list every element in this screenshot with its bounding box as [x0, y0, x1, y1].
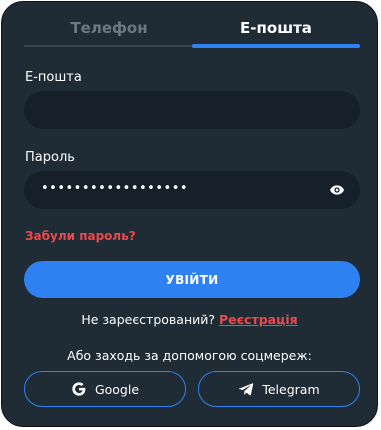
google-login-button[interactable]: Google [24, 371, 186, 407]
telegram-label: Telegram [262, 381, 320, 397]
tab-phone[interactable]: Телефон [24, 19, 194, 37]
forgot-password-link[interactable]: Забули пароль? [25, 229, 136, 243]
eye-icon[interactable] [328, 182, 346, 198]
login-card: Телефон Е-пошта Е-пошта Пароль •••••••••… [1, 1, 378, 427]
email-label: Е-пошта [25, 70, 82, 85]
telegram-icon [239, 383, 254, 396]
register-link[interactable]: Реєстрація [219, 312, 298, 327]
social-caption: Або заходь за допомогою соцмереж: [67, 348, 312, 363]
auth-tabs: Телефон Е-пошта [2, 2, 377, 50]
tab-email[interactable]: Е-пошта [192, 19, 360, 37]
tab-divider [24, 45, 194, 47]
google-label: Google [94, 381, 140, 397]
google-icon [72, 382, 86, 396]
register-row: Не зареєстрований? Реєстрація [2, 312, 377, 327]
email-field[interactable] [24, 91, 360, 129]
password-label: Пароль [25, 150, 75, 165]
password-field[interactable]: •••••••••••••••••• [24, 171, 360, 209]
password-value: •••••••••••••••••• [41, 181, 189, 196]
login-button[interactable]: УВІЙТИ [24, 261, 360, 298]
active-tab-indicator [192, 44, 360, 48]
register-question: Не зареєстрований? [81, 312, 216, 327]
telegram-login-button[interactable]: Telegram [198, 371, 360, 407]
